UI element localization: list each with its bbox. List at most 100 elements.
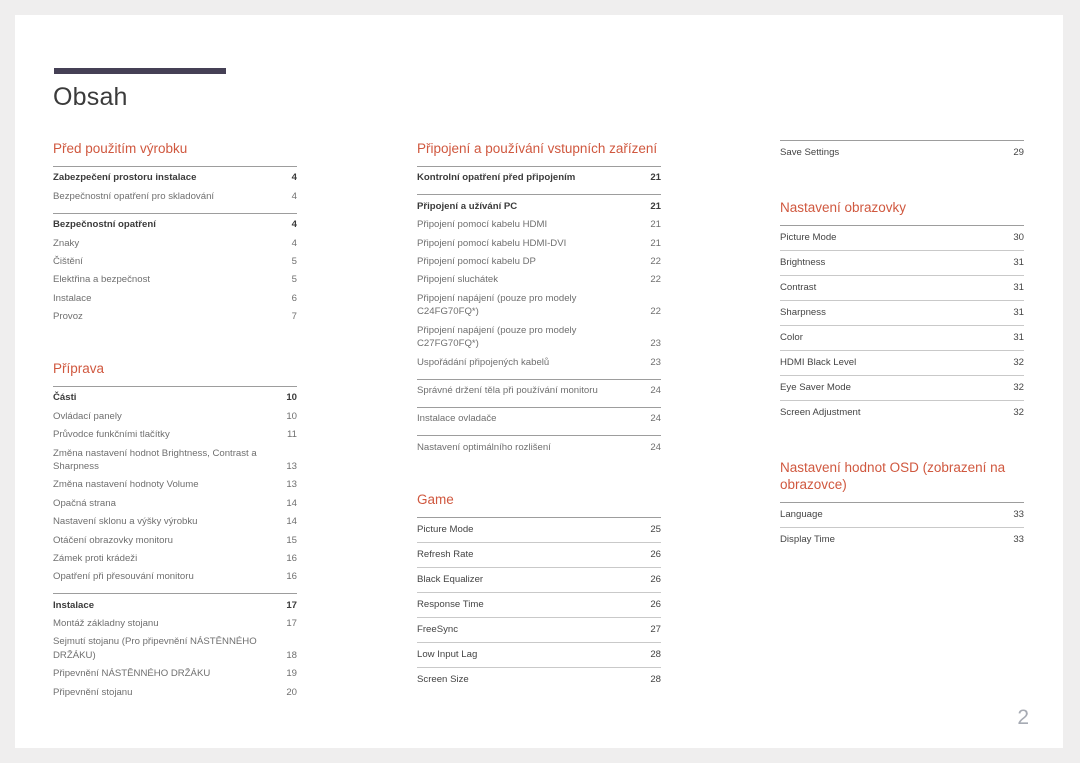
toc-entry[interactable]: Bezpečnostní opatření 4 bbox=[53, 216, 297, 234]
toc-entry-page: 28 bbox=[650, 673, 661, 685]
toc-entry[interactable]: Zabezpečení prostoru instalace 4 bbox=[53, 169, 297, 187]
toc-entry[interactable]: Ovládací panely 10 bbox=[53, 407, 297, 425]
toc-entry-page: 10 bbox=[286, 410, 297, 422]
toc-entry[interactable]: Provoz 7 bbox=[53, 308, 297, 326]
toc-entry[interactable]: Screen Adjustment 32 bbox=[780, 399, 1024, 425]
toc-entry-label: Připojení pomocí kabelu HDMI-DVI bbox=[417, 237, 567, 249]
toc-entry-label: Low Input Lag bbox=[417, 648, 478, 660]
toc-section: Save Settings 29 bbox=[780, 140, 1024, 165]
toc-entry[interactable]: HDMI Black Level 32 bbox=[780, 349, 1024, 375]
toc-entry-label: Opatření při přesouvání monitoru bbox=[53, 571, 194, 583]
toc-entry[interactable]: Low Input Lag 28 bbox=[417, 641, 661, 667]
toc-entry-label: HDMI Black Level bbox=[780, 357, 857, 368]
toc-entry-page: 21 bbox=[650, 200, 661, 212]
toc-entry[interactable]: Contrast 31 bbox=[780, 274, 1024, 300]
toc-entry-label: Připojení napájení (pouze pro modely C24… bbox=[417, 292, 577, 318]
toc-entry[interactable]: Části 10 bbox=[53, 389, 297, 407]
toc-entry[interactable]: Připojení napájení (pouze pro modely C24… bbox=[417, 289, 661, 321]
toc-entry[interactable]: Language 33 bbox=[780, 501, 1024, 527]
toc-entry-label: Připojení pomocí kabelu DP bbox=[417, 255, 536, 267]
toc-entry-label: Picture Mode bbox=[780, 232, 837, 244]
toc-entry[interactable]: Nastavení optimálního rozlišení 24 bbox=[417, 438, 661, 456]
toc-entry[interactable]: Eye Saver Mode 32 bbox=[780, 374, 1024, 400]
toc-entry[interactable]: Připojení pomocí kabelu DP 22 bbox=[417, 253, 661, 271]
toc-entry[interactable]: Black Equalizer 26 bbox=[417, 566, 661, 592]
toc-section: Před použitím výrobku Zabezpečení prostor… bbox=[53, 140, 297, 326]
toc-entry[interactable]: Správné držení těla při používání monito… bbox=[417, 382, 661, 400]
toc-entry-label: Otáčení obrazovky monitoru bbox=[53, 534, 173, 546]
toc-entry[interactable]: Response Time 26 bbox=[417, 591, 661, 617]
toc-entry[interactable]: Kontrolní opatření před připojením 21 bbox=[417, 169, 661, 187]
page-number: 2 bbox=[1017, 706, 1029, 729]
toc-entry-page: 24 bbox=[650, 441, 661, 453]
toc-group: Instalace 17 Montáž základny stojanu 17 Sejm… bbox=[53, 593, 297, 701]
toc-entry[interactable]: Znaky 4 bbox=[53, 234, 297, 252]
toc-entry-page: 26 bbox=[650, 598, 661, 610]
toc-entry[interactable]: Picture Mode 25 bbox=[417, 516, 661, 542]
toc-entry-page: 27 bbox=[650, 623, 661, 635]
toc-entry-page: 32 bbox=[1013, 357, 1024, 368]
toc-entry-label: Připevnění NÁSTĚNNÉHO DRŽÁKU bbox=[53, 668, 211, 680]
toc-entry[interactable]: Opatření při přesouvání monitoru 16 bbox=[53, 568, 297, 586]
toc-entry[interactable]: Uspořádání připojených kabelů 23 bbox=[417, 353, 661, 371]
toc-entry[interactable]: Refresh Rate 26 bbox=[417, 541, 661, 567]
toc-entry-page: 31 bbox=[1013, 332, 1024, 344]
toc-entry-label: Ovládací panely bbox=[53, 410, 122, 422]
toc-entry[interactable]: Instalace 6 bbox=[53, 289, 297, 307]
toc-entry[interactable]: Brightness 31 bbox=[780, 249, 1024, 275]
toc-entry-page: 31 bbox=[1013, 282, 1024, 294]
toc-entry-label: Čištění bbox=[53, 255, 83, 267]
toc-entry[interactable]: Připojení pomocí kabelu HDMI-DVI 21 bbox=[417, 234, 661, 252]
toc-entry-label: Brightness bbox=[780, 257, 826, 269]
toc-entry-page: 10 bbox=[286, 392, 297, 404]
toc-entry[interactable]: Bezpečnostní opatření pro skladování 4 bbox=[53, 187, 297, 205]
toc-entry-page: 24 bbox=[650, 413, 661, 425]
toc-entry[interactable]: Screen Size 28 bbox=[417, 666, 661, 692]
toc-entry-label: Refresh Rate bbox=[417, 548, 474, 560]
toc-entry[interactable]: Čištění 5 bbox=[53, 253, 297, 271]
toc-entry-label: Změna nastavení hodnoty Volume bbox=[53, 479, 199, 491]
toc-entry-label: Elektřina a bezpečnost bbox=[53, 274, 151, 286]
toc-group: Kontrolní opatření před připojením 21 bbox=[417, 166, 661, 187]
toc-entry-label: Uspořádání připojených kabelů bbox=[417, 356, 550, 368]
toc-group: Zabezpečení prostoru instalace 4 Bezpečnos… bbox=[53, 166, 297, 206]
toc-entry[interactable]: Display Time 33 bbox=[780, 526, 1024, 552]
section-title: Před použitím výrobku bbox=[53, 141, 188, 156]
toc-entry[interactable]: Připojení a užívání PC 21 bbox=[417, 197, 661, 215]
toc-entry-page: 7 bbox=[291, 311, 297, 323]
toc-entry-page: 13 bbox=[286, 461, 297, 473]
toc-entry[interactable]: Zámek proti krádeži 16 bbox=[53, 550, 297, 568]
toc-entry[interactable]: Picture Mode 30 bbox=[780, 224, 1024, 250]
toc-entry[interactable]: Připojení napájení (pouze pro modely C27… bbox=[417, 321, 661, 353]
toc-entry[interactable]: Montáž základny stojanu 17 bbox=[53, 615, 297, 633]
toc-entry[interactable]: Připevnění stojanu 20 bbox=[53, 683, 297, 701]
toc-group: Bezpečnostní opatření 4 Znaky 4 Čištění 5 Elek… bbox=[53, 212, 297, 326]
toc-entry[interactable]: Elektřina a bezpečnost 5 bbox=[53, 271, 297, 289]
toc-entry-label: Kontrolní opatření před připojením bbox=[417, 172, 576, 184]
toc-entry[interactable]: Průvodce funkčními tlačítky 11 bbox=[53, 426, 297, 444]
toc-group: Správné držení těla při používání monito… bbox=[417, 378, 661, 400]
toc-entry-page: 33 bbox=[1013, 508, 1024, 520]
toc-entry[interactable]: Instalace 17 bbox=[53, 596, 297, 614]
toc-entry-label: Instalace bbox=[53, 292, 92, 304]
toc-entry[interactable]: FreeSync 27 bbox=[417, 616, 661, 642]
toc-entry[interactable]: Sejmutí stojanu (Pro připevnění NÁSTĚNNÉ… bbox=[53, 633, 297, 665]
toc-entry-label: Eye Saver Mode bbox=[780, 381, 851, 393]
toc-entry[interactable]: Opačná strana 14 bbox=[53, 494, 297, 512]
toc-entry[interactable]: Color 31 bbox=[780, 324, 1024, 350]
toc-entry[interactable]: Nastavení sklonu a výšky výrobku 14 bbox=[53, 513, 297, 531]
toc-entry[interactable]: Sharpness 31 bbox=[780, 299, 1024, 325]
toc-entry[interactable]: Připojení sluchátek 22 bbox=[417, 271, 661, 289]
toc-entry[interactable]: Save Settings 29 bbox=[780, 140, 1024, 165]
toc-entry[interactable]: Připevnění NÁSTĚNNÉHO DRŽÁKU 19 bbox=[53, 665, 297, 683]
toc-entry-label: Language bbox=[780, 508, 823, 520]
toc-entry[interactable]: Připojení pomocí kabelu HDMI 21 bbox=[417, 216, 661, 234]
toc-entry[interactable]: Otáčení obrazovky monitoru 15 bbox=[53, 531, 297, 549]
toc-entry-page: 16 bbox=[286, 552, 297, 564]
toc-entry[interactable]: Změna nastavení hodnoty Volume 13 bbox=[53, 476, 297, 494]
toc-entry[interactable]: Změna nastavení hodnot Brightness, Contr… bbox=[53, 444, 297, 476]
toc-entry[interactable]: Instalace ovladače 24 bbox=[417, 410, 661, 428]
toc-group: Části 10 Ovládací panely 10 Průvodce funkční… bbox=[53, 386, 297, 586]
toc-entry-label: Instalace bbox=[53, 599, 95, 611]
toc-entry-page: 33 bbox=[1013, 533, 1024, 545]
